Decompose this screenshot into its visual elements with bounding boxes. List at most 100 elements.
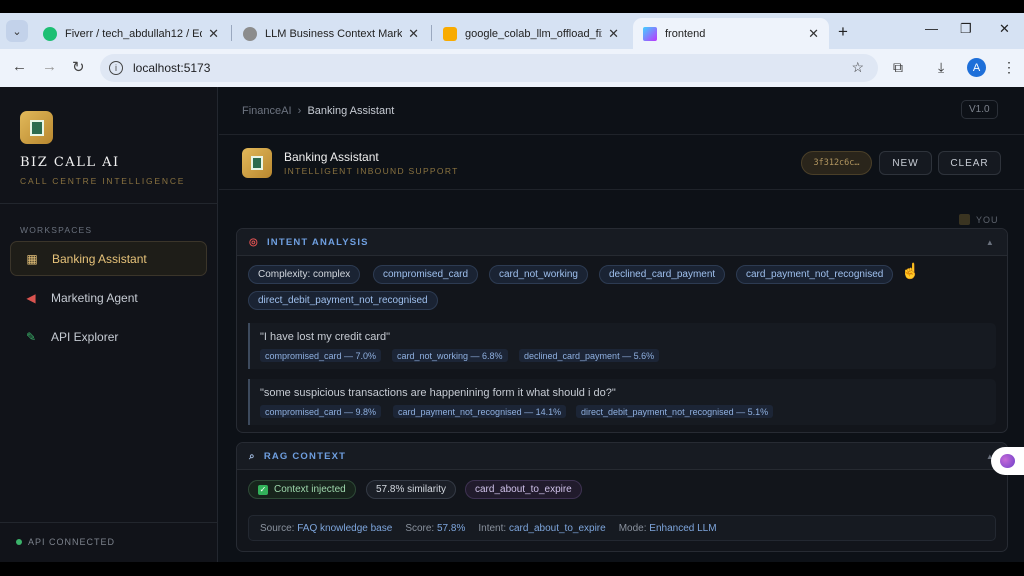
close-tab-icon[interactable]: ✕ [808, 26, 819, 42]
menu-kebab-icon[interactable]: ⋮ [1002, 59, 1016, 76]
version-badge: V1.0 [961, 100, 998, 119]
close-tab-icon[interactable]: ✕ [208, 26, 219, 42]
breadcrumb: FinanceAI › Banking Assistant [242, 105, 394, 117]
sidebar-item-marketing-agent[interactable]: ◀ Marketing Agent [10, 280, 207, 315]
intent-chip: Complexity: complex [248, 265, 361, 284]
vite-favicon-icon [643, 26, 657, 41]
chip-label: Context injected [274, 484, 346, 495]
search-icon: ⌕ [249, 450, 256, 462]
tab-search-icon[interactable]: ⌄ [6, 20, 28, 42]
collapse-caret-icon[interactable]: ▲ [986, 238, 995, 247]
intent-chip: card_not_working [489, 265, 588, 284]
extensions-icon[interactable]: ⧉ [893, 59, 903, 76]
sidebar-item-label: Banking Assistant [52, 251, 147, 266]
intent-analysis-header[interactable]: ◎ INTENT ANALYSIS ▲ [237, 229, 1007, 256]
mode-label: Mode: [618, 522, 647, 534]
breadcrumb-current: Banking Assistant [307, 105, 395, 117]
mode-value: Enhanced LLM [649, 522, 717, 534]
checkmark-icon: ✓ [258, 484, 268, 495]
you-text: YOU [976, 214, 999, 225]
breadcrumb-root[interactable]: FinanceAI [242, 105, 292, 117]
target-icon: ◎ [249, 236, 259, 248]
globe-favicon-icon [243, 26, 257, 41]
building-icon: ▦ [26, 251, 38, 266]
status-dot-icon [16, 539, 22, 545]
new-button[interactable]: NEW [879, 151, 932, 175]
fiverr-favicon-icon [43, 26, 57, 41]
intent-score-tag: card_payment_not_recognised — 14.1% [393, 405, 567, 418]
intent-chip: declined_card_payment [599, 265, 726, 284]
panel-title: INTENT ANALYSIS [266, 236, 369, 248]
tab-title: Fiverr / tech_abdullah12 / Edit Gig [65, 27, 202, 40]
window-close-icon[interactable]: ✕ [999, 21, 1010, 37]
profile-avatar[interactable]: A [967, 58, 986, 77]
intent-score-tag: direct_debit_payment_not_recognised — 5.… [576, 405, 774, 418]
bookmark-star-icon[interactable]: ☆ [851, 59, 864, 76]
tab-fiverr[interactable]: Fiverr / tech_abdullah12 / Edit Gig ✕ [33, 18, 229, 49]
session-id-badge[interactable]: 3f312c6c… [801, 151, 872, 175]
query-breakdown: "I have lost my credit card" compromised… [248, 323, 996, 369]
brain-icon [1000, 454, 1015, 468]
intent-chip: compromised_card [373, 265, 479, 284]
tab-llm-business[interactable]: LLM Business Context Marketing ✕ [233, 18, 429, 49]
brand-logo-icon [20, 111, 53, 144]
restore-icon[interactable]: ❐ [960, 21, 972, 37]
tab-colab[interactable]: google_colab_llm_offload_fixed ✕ [433, 18, 629, 49]
main-panel: FinanceAI › Banking Assistant V1.0 Banki… [219, 87, 1024, 562]
close-tab-icon[interactable]: ✕ [608, 26, 619, 42]
pencil-icon: ✎ [25, 329, 37, 344]
query-text: "some suspicious transactions are happen… [260, 387, 616, 399]
mouse-pointer-icon: ☝ [901, 263, 920, 280]
brand-name: BIZ CALL AI [20, 155, 120, 170]
url-text[interactable]: localhost:5173 [133, 61, 210, 75]
tab-frontend[interactable]: frontend ✕ [633, 18, 829, 49]
rag-context-panel: ⌕ RAG CONTEXT ▲ ✓ Context injected 57.8%… [236, 442, 1008, 552]
back-icon[interactable]: ← [12, 58, 27, 75]
clear-button[interactable]: CLEAR [938, 151, 1001, 175]
query-breakdown: "some suspicious transactions are happen… [248, 379, 996, 425]
assistant-logo-icon [242, 148, 272, 178]
sidebar-item-api-explorer[interactable]: ✎ API Explorer [10, 319, 207, 354]
sidebar: BIZ CALL AI CALL CENTRE INTELLIGENCE WOR… [0, 87, 218, 562]
megaphone-icon: ◀ [26, 290, 36, 305]
download-icon[interactable]: ⤓ [938, 59, 944, 76]
minimize-icon[interactable]: — [925, 21, 938, 36]
brand-tagline: CALL CENTRE INTELLIGENCE [20, 176, 186, 186]
site-info-icon[interactable]: i [109, 61, 123, 75]
intent-value: card_about_to_expire [508, 522, 606, 534]
you-label: YOU [959, 214, 999, 225]
user-avatar-icon [959, 214, 970, 225]
forward-icon[interactable]: → [42, 58, 57, 75]
close-tab-icon[interactable]: ✕ [408, 26, 419, 42]
tab-title: google_colab_llm_offload_fixed [465, 27, 602, 40]
reload-icon[interactable]: ↻ [72, 58, 85, 76]
intent-label: Intent: [478, 522, 507, 534]
workspaces-label: WORKSPACES [20, 225, 93, 235]
browser-toolbar: ← → ↻ i localhost:5173 ☆ ⧉ ⤓ A ⋮ [0, 49, 1024, 87]
score-value: 57.8% [437, 522, 466, 534]
query-text: "I have lost my credit card" [260, 331, 391, 343]
similarity-chip: 57.8% similarity [366, 480, 457, 499]
source-label: Source: [260, 522, 295, 534]
browser-window: ⌄ Fiverr / tech_abdullah12 / Edit Gig ✕ … [0, 13, 1024, 562]
rag-source-details: Source: FAQ knowledge base Score: 57.8% … [248, 515, 996, 541]
rag-context-header[interactable]: ⌕ RAG CONTEXT ▲ [237, 443, 1007, 470]
assistant-widget-button[interactable] [991, 447, 1024, 475]
intent-score-tag: compromised_card — 9.8% [260, 405, 382, 418]
rag-intent-chip: card_about_to_expire [465, 480, 582, 499]
sidebar-item-label: API Explorer [51, 329, 119, 344]
api-status-text: API CONNECTED [28, 537, 116, 547]
sidebar-item-banking-assistant[interactable]: ▦ Banking Assistant [10, 241, 207, 276]
address-bar[interactable]: i localhost:5173 ☆ [100, 54, 878, 82]
context-injected-chip: ✓ Context injected [248, 480, 356, 499]
intent-chip: card_payment_not_recognised [736, 265, 894, 284]
new-tab-button[interactable]: + [838, 22, 848, 42]
intent-score-tag: compromised_card — 7.0% [260, 349, 382, 362]
app-root: BIZ CALL AI CALL CENTRE INTELLIGENCE WOR… [0, 87, 1024, 562]
page-title: Banking Assistant [284, 150, 379, 164]
sidebar-item-label: Marketing Agent [51, 290, 138, 305]
intent-analysis-panel: ◎ INTENT ANALYSIS ▲ Complexity: complex … [236, 228, 1008, 433]
intent-score-tag: card_not_working — 6.8% [392, 349, 508, 362]
intent-chip: direct_debit_payment_not_recognised [248, 291, 438, 310]
breadcrumb-separator: › [297, 105, 302, 117]
